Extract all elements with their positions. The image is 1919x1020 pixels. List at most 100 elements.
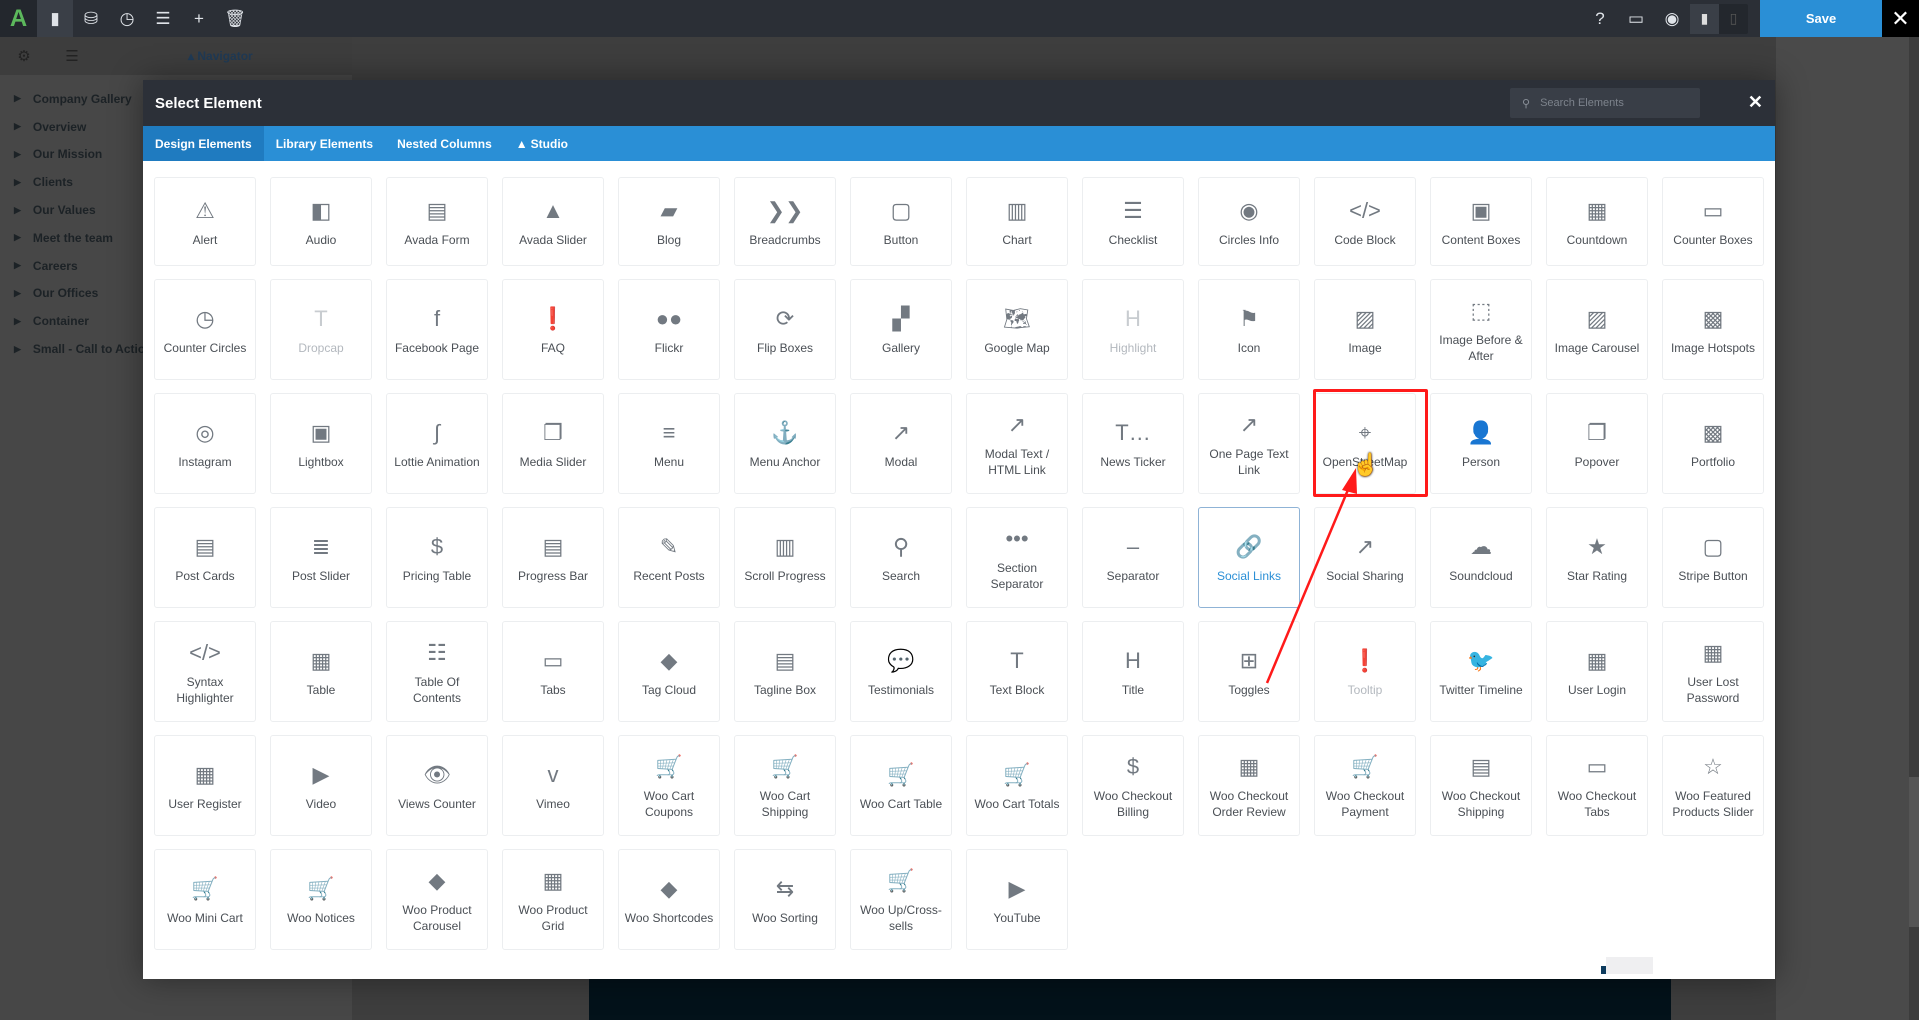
element-woo-product-grid[interactable]: ▦ Woo Product Grid [502,849,604,950]
element-tagline-box[interactable]: ▤ Tagline Box [734,621,836,722]
element-highlight[interactable]: H Highlight [1082,279,1184,380]
library-icon[interactable]: ⛁ [73,0,109,37]
element-tag-cloud[interactable]: ◆ Tag Cloud [618,621,720,722]
element-modal-text-html-link[interactable]: ↗ Modal Text / HTML Link [966,393,1068,494]
element-flip-boxes[interactable]: ⟳ Flip Boxes [734,279,836,380]
element-image-carousel[interactable]: ▨ Image Carousel [1546,279,1648,380]
element-breadcrumbs[interactable]: ❯❯ Breadcrumbs [734,177,836,266]
element-woo-checkout-tabs[interactable]: ▭ Woo Checkout Tabs [1546,735,1648,836]
save-button[interactable]: Save [1760,0,1882,37]
help-icon[interactable]: ? [1582,0,1618,37]
element-woo-checkout-payment[interactable]: 🛒 Woo Checkout Payment [1314,735,1416,836]
element-image-hotspots[interactable]: ▩ Image Hotspots [1662,279,1764,380]
element-dropcap[interactable]: T Dropcap [270,279,372,380]
element-circles-info[interactable]: ◉ Circles Info [1198,177,1300,266]
trash-icon[interactable]: 🗑 [217,0,253,37]
page-outline-icon[interactable]: ▯ [1719,4,1748,34]
element-star-rating[interactable]: ★ Star Rating [1546,507,1648,608]
element-woo-featured-products-slider[interactable]: ☆ Woo Featured Products Slider [1662,735,1764,836]
element-chart[interactable]: ▥ Chart [966,177,1068,266]
element-code-block[interactable]: </> Code Block [1314,177,1416,266]
element-woo-notices[interactable]: 🛒 Woo Notices [270,849,372,950]
element-counter-circles[interactable]: ◷ Counter Circles [154,279,256,380]
element-soundcloud[interactable]: ☁ Soundcloud [1430,507,1532,608]
element-facebook-page[interactable]: f Facebook Page [386,279,488,380]
element-person[interactable]: 👤 Person [1430,393,1532,494]
element-woo-shortcodes[interactable]: ◆ Woo Shortcodes [618,849,720,950]
element-news-ticker[interactable]: T… News Ticker [1082,393,1184,494]
element-social-sharing[interactable]: ↗ Social Sharing [1314,507,1416,608]
element-image[interactable]: ▨ Image [1314,279,1416,380]
element-separator[interactable]: – Separator [1082,507,1184,608]
layout-icon[interactable]: ☰ [145,0,181,37]
element-popover[interactable]: ❐ Popover [1546,393,1648,494]
tab-library-elements[interactable]: Library Elements [264,126,385,161]
element-woo-sorting[interactable]: ⇆ Woo Sorting [734,849,836,950]
element-flickr[interactable]: ●● Flickr [618,279,720,380]
element-google-map[interactable]: 🗺 Google Map [966,279,1068,380]
element-faq[interactable]: ❗ FAQ [502,279,604,380]
page-toggle[interactable]: ▮ ▯ [1690,3,1748,34]
element-table-of-contents[interactable]: ☷ Table Of Contents [386,621,488,722]
element-image-before-after[interactable]: ⬚ Image Before & After [1430,279,1532,380]
element-woo-mini-cart[interactable]: 🛒 Woo Mini Cart [154,849,256,950]
element-woo-up-cross-sells[interactable]: 🛒 Woo Up/Cross-sells [850,849,952,950]
element-youtube[interactable]: ▶ YouTube [966,849,1068,950]
element-tooltip[interactable]: ❗ Tooltip [1314,621,1416,722]
element-stripe-button[interactable]: ▢ Stripe Button [1662,507,1764,608]
navigator-title[interactable]: ▴ Navigator [188,49,253,63]
element-alert[interactable]: ⚠ Alert [154,177,256,266]
element-user-lost-password[interactable]: ▦ User Lost Password [1662,621,1764,722]
element-search[interactable]: ⚲ Search [850,507,952,608]
element-woo-cart-coupons[interactable]: 🛒 Woo Cart Coupons [618,735,720,836]
sliders-icon[interactable]: ☰ [48,47,96,65]
element-modal[interactable]: ↗ Modal [850,393,952,494]
element-menu[interactable]: ≡ Menu [618,393,720,494]
element-blog[interactable]: ▰ Blog [618,177,720,266]
element-views-counter[interactable]: 👁 Views Counter [386,735,488,836]
element-table[interactable]: ▦ Table [270,621,372,722]
element-recent-posts[interactable]: ✎ Recent Posts [618,507,720,608]
element-progress-bar[interactable]: ▤ Progress Bar [502,507,604,608]
element-lottie-animation[interactable]: ∫ Lottie Animation [386,393,488,494]
desktop-preview-icon[interactable]: ▭ [1618,0,1654,37]
element-menu-anchor[interactable]: ⚓ Menu Anchor [734,393,836,494]
element-post-cards[interactable]: ▤ Post Cards [154,507,256,608]
element-title[interactable]: H Title [1082,621,1184,722]
element-woo-product-carousel[interactable]: ◆ Woo Product Carousel [386,849,488,950]
element-scroll-progress[interactable]: ▥ Scroll Progress [734,507,836,608]
avada-logo-icon[interactable]: A [0,0,37,37]
element-gallery[interactable]: ▞ Gallery [850,279,952,380]
search-box[interactable]: ⚲ [1510,88,1700,118]
element-instagram[interactable]: ◎ Instagram [154,393,256,494]
toggle-sidebar-icon[interactable]: ▮ [37,0,73,37]
close-builder-button[interactable]: ✕ [1882,0,1919,37]
element-syntax-highlighter[interactable]: </> Syntax Highlighter [154,621,256,722]
gear-icon[interactable]: ⚙ [0,47,48,65]
close-modal-button[interactable]: ✕ [1748,92,1763,113]
element-checklist[interactable]: ☰ Checklist [1082,177,1184,266]
element-icon[interactable]: ⚑ Icon [1198,279,1300,380]
element-user-register[interactable]: ▦ User Register [154,735,256,836]
element-tabs[interactable]: ▭ Tabs [502,621,604,722]
element-video[interactable]: ▶ Video [270,735,372,836]
element-vimeo[interactable]: v Vimeo [502,735,604,836]
add-icon[interactable]: + [181,0,217,37]
element-woo-checkout-shipping[interactable]: ▤ Woo Checkout Shipping [1430,735,1532,836]
element-lightbox[interactable]: ▣ Lightbox [270,393,372,494]
element-avada-form[interactable]: ▤ Avada Form [386,177,488,266]
element-toggles[interactable]: ⊞ Toggles [1198,621,1300,722]
element-twitter-timeline[interactable]: 🐦 Twitter Timeline [1430,621,1532,722]
tab-design-elements[interactable]: Design Elements [143,126,264,161]
element-woo-checkout-order-review[interactable]: ▦ Woo Checkout Order Review [1198,735,1300,836]
element-user-login[interactable]: ▦ User Login [1546,621,1648,722]
element-post-slider[interactable]: ≣ Post Slider [270,507,372,608]
page-icon[interactable]: ▮ [1690,3,1719,34]
history-icon[interactable]: ◷ [109,0,145,37]
element-woo-checkout-billing[interactable]: $ Woo Checkout Billing [1082,735,1184,836]
element-social-links[interactable]: 🔗 Social Links [1198,507,1300,608]
preview-eye-icon[interactable]: ◉ [1654,0,1690,37]
element-woo-cart-shipping[interactable]: 🛒 Woo Cart Shipping [734,735,836,836]
element-audio[interactable]: ◧ Audio [270,177,372,266]
element-text-block[interactable]: T Text Block [966,621,1068,722]
